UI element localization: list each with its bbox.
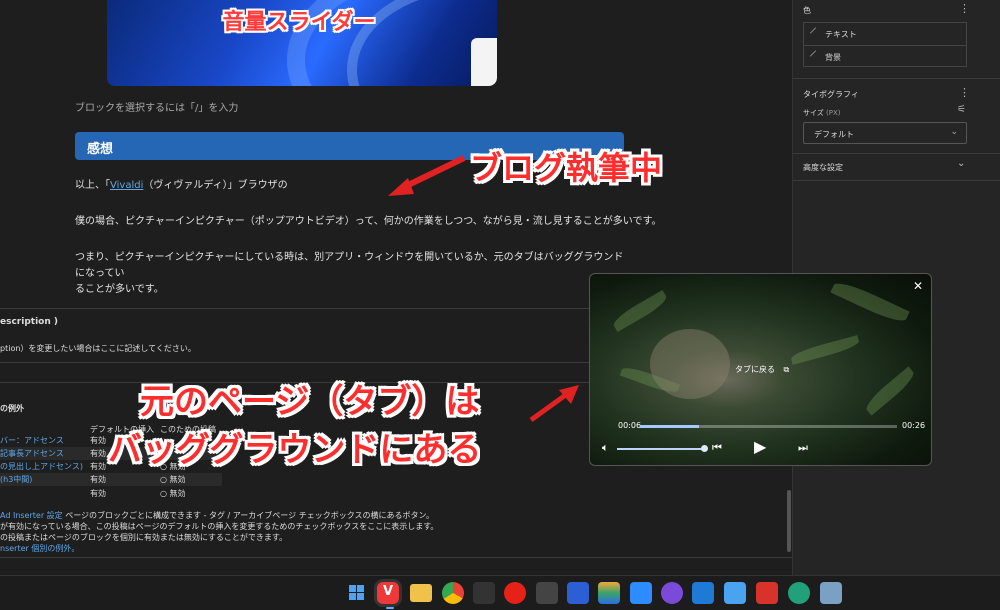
app-icon[interactable] [661,582,683,604]
footer-note-2: が有効になっている場合、この投稿はページのデフォルトの挿入を変更するためのチェッ… [0,522,439,531]
windows-start-icon[interactable] [346,582,368,604]
volume-icon[interactable]: 🔈︎ [602,441,609,455]
divider [793,78,1000,79]
app-icon[interactable] [473,582,495,604]
zoom-icon[interactable] [630,582,652,604]
external-link-icon: ⧉ [783,365,790,374]
seek-bar[interactable] [640,425,897,428]
annotation-background-line2: バッググラウンドにある [108,430,482,470]
bg-color-item[interactable]: 背景 [803,45,967,67]
current-time: 00:06 [618,421,642,430]
sliders-icon[interactable]: ⚟ [957,104,966,115]
paragraph-2[interactable]: 僕の場合、ピクチャーインピクチャー（ポップアウトビデオ）って、何かの作業をしつつ… [75,214,662,230]
notepad-icon[interactable] [724,582,746,604]
footer-note-3: の投稿またはページのブロックを個別に有効または無効にすることができます。 [0,533,288,542]
divider [793,180,1000,181]
video-foliage [862,366,918,416]
exceptions-title: の例外 [0,404,24,413]
heading-text: 感想 [87,142,114,157]
divider [793,153,1000,154]
volume-slider[interactable] [617,448,702,450]
text-color-item[interactable]: テキスト [803,23,967,45]
app-icon[interactable] [820,582,842,604]
close-icon[interactable]: ✕ [913,279,923,293]
radio-disable[interactable]: ○ 無効 [160,488,186,499]
app-icon[interactable] [756,582,778,604]
vscode-icon[interactable] [692,582,714,604]
paragraph-3[interactable]: つまり、ピクチャーインピクチャーにしている時は、別アプリ・ウィンドウを開いている… [75,250,630,298]
annotation-writing: ブログ執筆中 [470,149,663,187]
annotation-background-line1: 元のページ（タブ）は [140,382,480,422]
image-card [471,38,497,86]
description-note: ption）を変更したい場合はここに記述してください。 [0,344,196,353]
color-section-label: 色 [803,6,811,15]
hero-caption: 音量スライダー [222,10,376,35]
editor-scrollbar[interactable] [787,490,791,552]
app-icon[interactable] [567,582,589,604]
divider [0,362,600,363]
video-foliage [610,289,670,333]
screen: 音量スライダー ブロックを選択するには「/」を入力 感想 以上、「Vivaldi… [0,0,1000,610]
no-color-icon [809,50,817,57]
table-row[interactable]: 有効 ○ 無効 [0,487,222,500]
file-explorer-icon[interactable] [410,584,432,602]
chevron-down-icon[interactable]: ⌄ [957,158,965,169]
advanced-settings-label[interactable]: 高度な設定 [803,162,843,173]
chrome-icon[interactable] [442,582,464,604]
more-options-icon[interactable]: ⋮ [959,86,970,99]
previous-icon[interactable]: ⏮︎ [712,441,722,455]
taskbar: V [0,575,1000,610]
seek-progress [640,425,700,428]
no-color-icon [809,27,817,34]
picture-in-picture-window[interactable]: ✕ タブに戻る ⧉ 00:06 00:26 🔈︎ ⏮︎ ▶ ⏭︎ [589,273,932,466]
annotation-arrow-writing [388,155,466,196]
next-icon[interactable]: ⏭︎ [798,441,808,455]
back-to-tab-button[interactable]: タブに戻る ⧉ [735,364,789,375]
footer-note-4[interactable]: nserter 個別の例外。 [0,543,79,554]
hero-image[interactable]: 音量スライダー [107,0,497,86]
radio-disable[interactable]: ○ 無効 [160,474,186,485]
typography-label: タイポグラフィ [803,90,859,99]
app-icon[interactable] [788,582,810,604]
active-indicator [386,607,394,609]
video-rock [650,329,730,399]
annotation-arrow-background [529,385,579,423]
block-placeholder-hint[interactable]: ブロックを選択するには「/」を入力 [75,99,238,114]
table-row[interactable]: (h3中間) 有効 ○ 無効 [0,473,222,486]
volume-knob[interactable] [701,445,708,452]
chevron-down-icon: ⌄ [950,127,958,137]
app-icon[interactable] [598,582,620,604]
total-time: 00:26 [902,421,926,430]
vivaldi-icon[interactable]: V [377,582,399,604]
more-options-icon[interactable]: ⋮ [959,2,970,15]
video-foliage [789,335,861,365]
vivaldi-link[interactable]: Vivaldi [110,180,143,191]
size-select[interactable]: デフォルト ⌄ [803,122,967,144]
footer-note-1: Ad Inserter 設定 ページのブロックごとに構成できます - タグ / … [0,511,434,520]
paragraph-1[interactable]: 以上、「Vivaldi（ヴィヴァルディ）」ブラウザの [75,178,288,194]
app-icon[interactable] [536,582,558,604]
description-title: escription ) [0,317,58,327]
divider [0,557,792,558]
youtube-music-icon[interactable] [504,582,526,604]
size-label: サイズ (PX) [803,109,841,117]
video-foliage [830,277,910,327]
play-icon[interactable]: ▶ [754,437,766,456]
